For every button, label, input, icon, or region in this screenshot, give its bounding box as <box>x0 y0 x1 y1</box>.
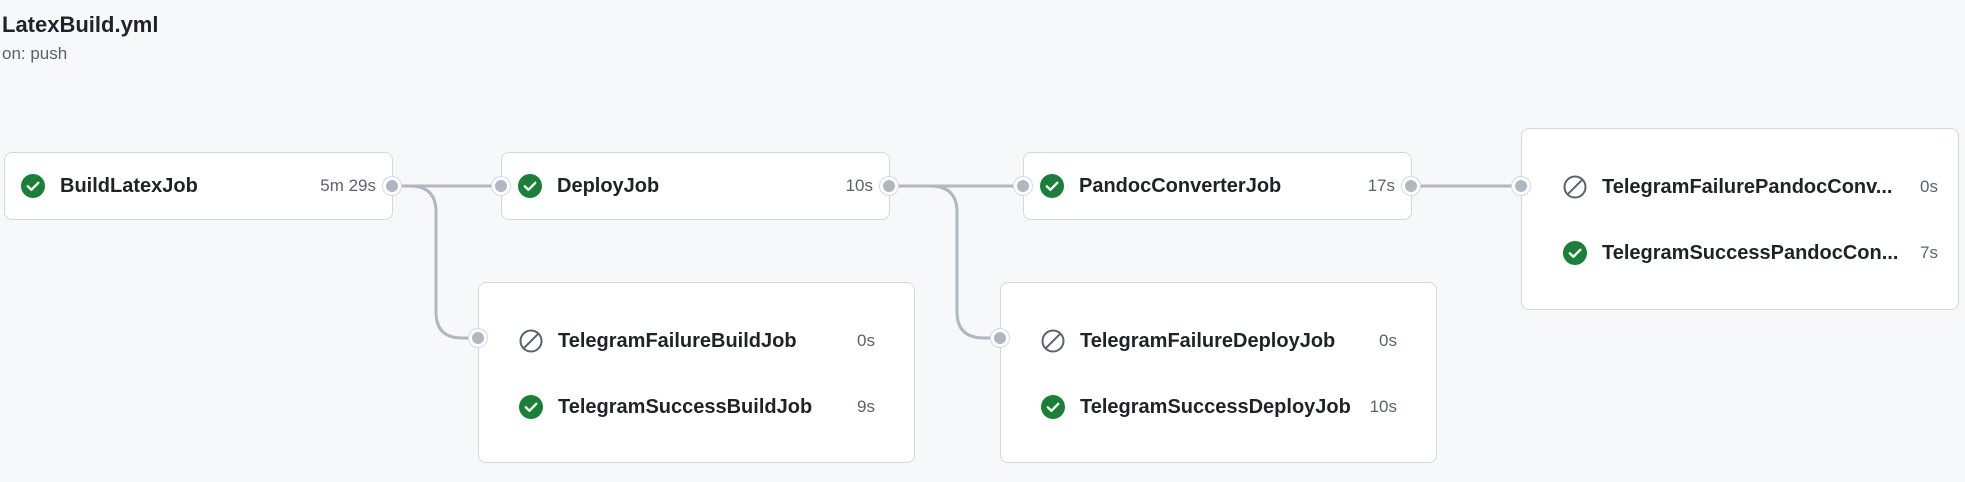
connector-dot-telegram-build-in <box>469 329 487 347</box>
job-name: TelegramFailureBuildJob <box>558 329 797 352</box>
job-duration: 9s <box>857 397 875 416</box>
job-duration: 17s <box>1367 176 1395 195</box>
job-duration: 5m 29s <box>320 176 376 195</box>
job-group-telegram-build: TelegramFailureBuildJob 0s TelegramSucce… <box>478 282 915 463</box>
job-duration: 7s <box>1920 243 1938 262</box>
job-pandoc[interactable]: PandocConverterJob 17s <box>1040 168 1395 204</box>
job-duration: 10s <box>845 176 873 195</box>
check-circle-fill-icon <box>518 174 542 198</box>
check-circle-fill-icon <box>1041 395 1065 419</box>
connector-dot-deploy-in <box>492 177 510 195</box>
workflow-title[interactable]: LatexBuild.yml <box>2 8 158 42</box>
connector-dot-pandoc-in <box>1014 177 1032 195</box>
job-telegram-success-build[interactable]: TelegramSuccessBuildJob 9s <box>519 389 875 425</box>
job-telegram-failure-deploy[interactable]: TelegramFailureDeployJob 0s <box>1041 323 1397 359</box>
connector-build-telegram <box>392 184 477 340</box>
connector-dot-telegram-deploy-in <box>991 329 1009 347</box>
job-group-telegram-pandoc: TelegramFailurePandocConv... 0s Telegram… <box>1521 128 1959 310</box>
check-circle-fill-icon <box>1563 241 1587 265</box>
connector-dot-build-out <box>383 177 401 195</box>
connector-dot-deploy-out <box>880 177 898 195</box>
job-name: TelegramFailureDeployJob <box>1080 329 1336 352</box>
job-name: TelegramSuccessBuildJob <box>558 395 813 418</box>
job-name: TelegramSuccessDeployJob <box>1080 395 1351 418</box>
connector-dot-pandoc-out <box>1402 177 1420 195</box>
job-duration: 0s <box>857 331 875 350</box>
workflow-header: LatexBuild.yml on: push <box>2 8 158 66</box>
job-name: BuildLatexJob <box>60 174 198 197</box>
job-name: TelegramSuccessPandocCon... <box>1602 241 1899 264</box>
job-deploy[interactable]: DeployJob 10s <box>518 168 873 204</box>
check-circle-fill-icon <box>21 174 45 198</box>
job-group-telegram-deploy: TelegramFailureDeployJob 0s TelegramSucc… <box>1000 282 1437 463</box>
skip-icon <box>1041 329 1065 353</box>
job-build-latex[interactable]: BuildLatexJob 5m 29s <box>21 168 376 204</box>
job-card-build-latex: BuildLatexJob 5m 29s <box>4 152 393 220</box>
job-telegram-failure-pandoc[interactable]: TelegramFailurePandocConv... 0s <box>1563 169 1938 205</box>
job-telegram-failure-build[interactable]: TelegramFailureBuildJob 0s <box>519 323 875 359</box>
workflow-trigger: on: push <box>2 44 68 63</box>
job-duration: 0s <box>1920 177 1938 196</box>
job-duration: 0s <box>1379 331 1397 350</box>
job-name: TelegramFailurePandocConv... <box>1602 175 1893 198</box>
skip-icon <box>519 329 543 353</box>
job-duration: 10s <box>1369 397 1397 416</box>
job-telegram-success-pandoc[interactable]: TelegramSuccessPandocCon... 7s <box>1563 235 1938 271</box>
connector-dot-telegram-pandoc-in <box>1512 177 1530 195</box>
job-card-deploy: DeployJob 10s <box>501 152 890 220</box>
job-card-pandoc: PandocConverterJob 17s <box>1023 152 1412 220</box>
job-name: PandocConverterJob <box>1079 174 1282 197</box>
skip-icon <box>1563 175 1587 199</box>
check-circle-fill-icon <box>519 395 543 419</box>
job-telegram-success-deploy[interactable]: TelegramSuccessDeployJob 10s <box>1041 389 1397 425</box>
job-name: DeployJob <box>557 174 660 197</box>
check-circle-fill-icon <box>1040 174 1064 198</box>
